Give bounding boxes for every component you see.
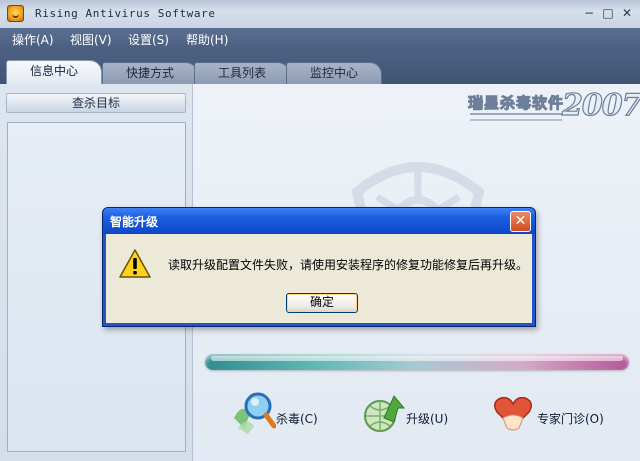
scan-virus-button[interactable]: 杀毒(C): [228, 388, 338, 444]
maximize-button[interactable]: □: [599, 4, 617, 22]
scan-virus-label: 杀毒(C): [276, 412, 318, 426]
menu-bar: 操作(A) 视图(V) 设置(S) 帮助(H): [0, 28, 640, 50]
dialog-close-button[interactable]: ✕: [510, 211, 531, 232]
title-bar[interactable]: Rising Antivirus Software − □ ✕: [0, 0, 640, 29]
scan-target-header: 查杀目标: [6, 93, 186, 113]
tab-strip: 信息中心 快捷方式 工具列表 监控中心: [0, 50, 640, 85]
status-progress-bar: [205, 354, 629, 370]
tab-tools[interactable]: 工具列表: [194, 62, 290, 84]
menu-operate[interactable]: 操作(A): [12, 31, 54, 48]
upgrade-globe-icon: [364, 395, 406, 432]
scan-magnifier-icon: [234, 392, 276, 434]
brand-subline: [470, 119, 562, 121]
tab-shortcuts[interactable]: 快捷方式: [102, 62, 198, 84]
expert-clinic-button[interactable]: 专家门诊(O): [489, 388, 619, 444]
brand-logo: 瑞星杀毒软件 2007: [467, 87, 640, 128]
window-title: Rising Antivirus Software: [35, 7, 216, 20]
expert-clinic-icon: [494, 396, 532, 431]
brand-year: 2007: [561, 87, 640, 123]
main-window: Rising Antivirus Software − □ ✕ 操作(A) 视图…: [0, 0, 640, 461]
ok-button[interactable]: 确定: [286, 293, 358, 313]
smart-upgrade-dialog: 智能升级 ✕ 读取升级配置文件失败，请使用安装程序的修复功能修复后再升级。 确定: [102, 207, 536, 327]
dialog-body: 读取升级配置文件失败，请使用安装程序的修复功能修复后再升级。 确定: [106, 234, 532, 323]
menu-settings[interactable]: 设置(S): [128, 31, 169, 48]
dialog-title: 智能升级: [110, 215, 159, 229]
tab-monitor[interactable]: 监控中心: [286, 62, 382, 84]
upgrade-button[interactable]: 升级(U): [358, 388, 458, 444]
close-button[interactable]: ✕: [618, 4, 636, 22]
expert-clinic-label: 专家门诊(O): [537, 412, 604, 426]
dialog-title-bar[interactable]: 智能升级 ✕: [103, 208, 535, 234]
minimize-button[interactable]: −: [580, 4, 598, 22]
upgrade-label: 升级(U): [406, 412, 449, 426]
menu-view[interactable]: 视图(V): [70, 31, 112, 48]
menu-help[interactable]: 帮助(H): [186, 31, 228, 48]
rising-lion-logo-icon: [7, 5, 24, 22]
brand-subline: [470, 113, 562, 115]
brand-name: 瑞星杀毒软件: [467, 94, 565, 113]
dialog-message: 读取升级配置文件失败，请使用安装程序的修复功能修复后再升级。: [168, 258, 529, 272]
warning-icon: [119, 249, 151, 278]
tab-info-center[interactable]: 信息中心: [6, 60, 102, 85]
